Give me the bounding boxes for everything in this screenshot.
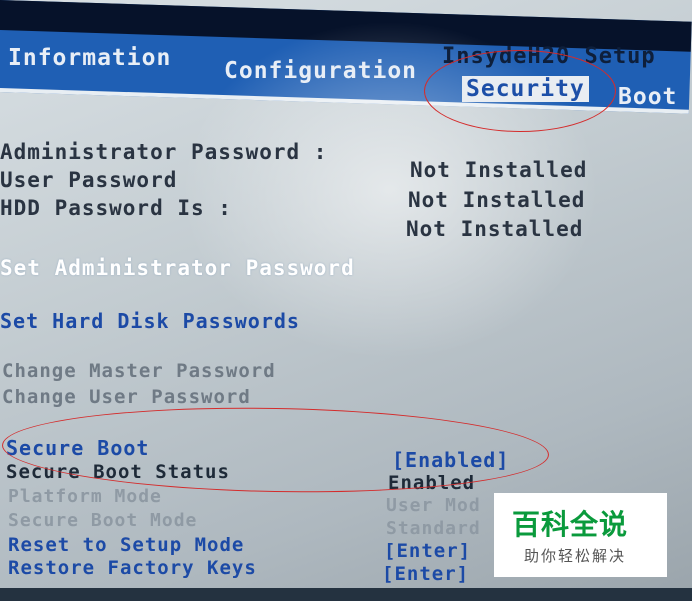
- set-hdd-passwords-item[interactable]: Set Hard Disk Passwords: [0, 309, 300, 333]
- tab-information[interactable]: Information: [8, 45, 171, 71]
- admin-password-label: Administrator Password :: [0, 140, 328, 164]
- restore-factory-keys-item[interactable]: Restore Factory Keys: [8, 557, 257, 579]
- hdd-password-label: HDD Password Is :: [0, 196, 232, 220]
- watermark-title: 百科全说: [512, 508, 629, 541]
- set-admin-password-item[interactable]: Set Administrator Password: [0, 256, 355, 280]
- watermark-subtitle: 助你轻松解决: [524, 547, 627, 565]
- change-user-password-item: Change User Password: [2, 386, 251, 408]
- secure-boot-mode-value: Standard: [386, 518, 481, 539]
- annotation-circle-security: [424, 50, 616, 132]
- watermark-logo: 百科全说 助你轻松解决: [494, 493, 667, 577]
- tab-boot[interactable]: Boot: [618, 84, 677, 110]
- reset-setup-mode-value[interactable]: [Enter]: [384, 540, 471, 562]
- bottom-bezel: [0, 588, 692, 601]
- secure-boot-mode-label: Secure Boot Mode: [8, 510, 198, 531]
- reset-setup-mode-item[interactable]: Reset to Setup Mode: [8, 534, 244, 556]
- platform-mode-label: Platform Mode: [8, 486, 162, 507]
- restore-factory-keys-value[interactable]: [Enter]: [382, 563, 469, 585]
- platform-mode-value: User Mod: [386, 495, 481, 516]
- user-password-label: User Password: [0, 168, 178, 192]
- hdd-password-value: Not Installed: [406, 217, 584, 241]
- change-master-password-item: Change Master Password: [2, 360, 276, 382]
- admin-password-value: Not Installed: [410, 158, 588, 182]
- user-password-value: Not Installed: [408, 188, 586, 212]
- tab-configuration[interactable]: Configuration: [224, 58, 417, 84]
